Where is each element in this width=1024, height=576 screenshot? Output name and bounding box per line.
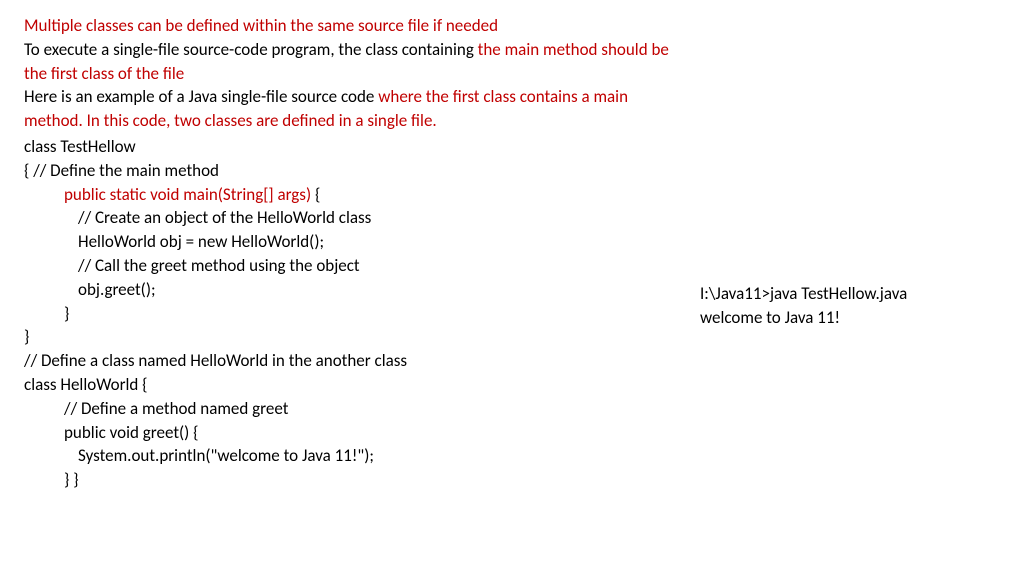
intro-line3: Here is an example of a Java single-file… bbox=[24, 85, 674, 133]
code-block: class TestHellow { // Define the main me… bbox=[24, 135, 674, 492]
output-line-1: I:\Java11>java TestHellow.java bbox=[700, 282, 907, 306]
intro-line1: Multiple classes can be defined within t… bbox=[24, 14, 674, 38]
code-line-3: public static void main(String[] args) { bbox=[24, 183, 674, 207]
intro-line3-black: Here is an example of a Java single-file… bbox=[24, 86, 378, 107]
code-line-12: // Define a method named greet bbox=[24, 397, 674, 421]
code-line-9: } bbox=[24, 325, 674, 349]
intro-line2-black: To execute a single-file source-code pro… bbox=[24, 39, 478, 60]
code-line-7: obj.greet(); bbox=[24, 278, 674, 302]
console-output: I:\Java11>java TestHellow.java welcome t… bbox=[700, 282, 907, 330]
code-line-2a: { bbox=[24, 160, 33, 181]
code-line-3-black: { bbox=[315, 184, 320, 205]
intro-paragraph: Multiple classes can be defined within t… bbox=[24, 14, 674, 133]
code-line-14: System.out.println("welcome to Java 11!"… bbox=[24, 444, 674, 468]
code-line-11: class HelloWorld { bbox=[24, 373, 674, 397]
code-line-10: // Define a class named HelloWorld in th… bbox=[24, 349, 674, 373]
code-line-6: // Call the greet method using the objec… bbox=[24, 254, 674, 278]
main-content: Multiple classes can be defined within t… bbox=[24, 14, 674, 492]
code-line-4: // Create an object of the HelloWorld cl… bbox=[24, 206, 674, 230]
code-line-5: HelloWorld obj = new HelloWorld(); bbox=[24, 230, 674, 254]
intro-line2: To execute a single-file source-code pro… bbox=[24, 38, 674, 86]
code-line-13: public void greet() { bbox=[24, 421, 674, 445]
code-line-8: } bbox=[24, 302, 674, 326]
code-line-2b: // Define the main method bbox=[33, 160, 219, 181]
code-line-1: class TestHellow bbox=[24, 135, 674, 159]
code-line-3-red: public static void main(String[] args) bbox=[64, 184, 315, 205]
output-line-2: welcome to Java 11! bbox=[700, 306, 907, 330]
code-line-15: } } bbox=[24, 468, 674, 492]
code-line-2: { // Define the main method bbox=[24, 159, 674, 183]
